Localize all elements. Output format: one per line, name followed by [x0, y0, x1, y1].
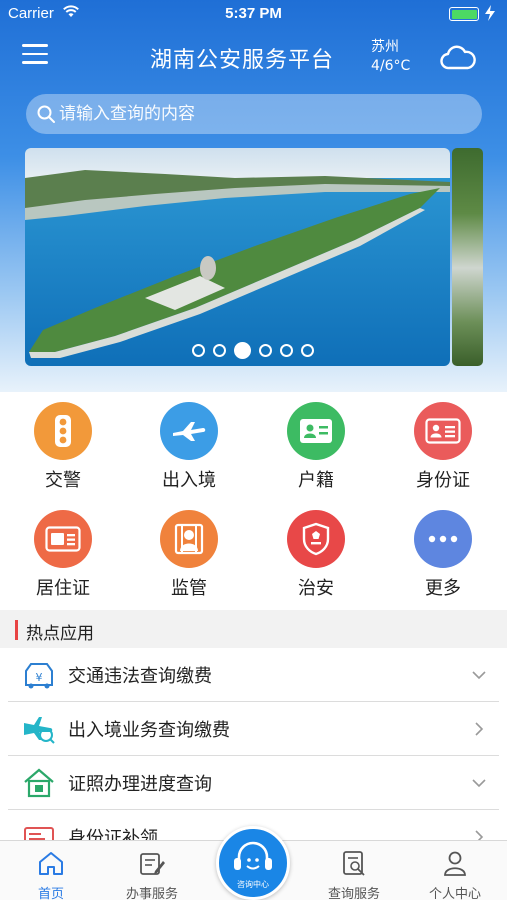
- nav-bar: 湖南公安服务平台 苏州 4/6°C: [0, 28, 507, 88]
- hot-apps-header: 热点应用: [0, 612, 507, 648]
- plane-search-icon: [24, 717, 55, 744]
- weather-widget: 苏州 4/6°C: [371, 38, 410, 76]
- person-icon: [444, 851, 466, 876]
- service-label: 户籍: [298, 470, 334, 491]
- battery-icon: [449, 7, 479, 21]
- service-exit-entry[interactable]: 出入境: [139, 402, 239, 502]
- banner-image: [25, 148, 450, 366]
- carousel-dot[interactable]: [301, 343, 314, 357]
- list-item-label: 证照办理进度查询: [68, 774, 212, 795]
- section-marker: [15, 620, 18, 640]
- carousel-dot[interactable]: [192, 343, 205, 357]
- service-label: 更多: [425, 578, 461, 599]
- list-item-label: 交通违法查询缴费: [68, 666, 212, 687]
- search-bar: [26, 94, 482, 134]
- service-traffic-police[interactable]: 交警: [13, 402, 113, 502]
- chevron-right-icon: [475, 830, 484, 840]
- header-area: Carrier 5:37 PM 湖南公安服务平台 苏州 4/6°C: [0, 0, 507, 392]
- service-label: 监管: [171, 578, 207, 599]
- headset-icon: [234, 841, 272, 870]
- tab-label: 查询服务: [327, 887, 380, 900]
- id-card-icon: [24, 827, 54, 840]
- hot-apps-list: ¥ 交通违法查询缴费 出入境业务查询缴费 证照办理进度查询 身份证补领: [0, 648, 507, 840]
- query-icon: [343, 851, 365, 876]
- service-id-card[interactable]: 身份证: [393, 402, 493, 502]
- carousel-dot[interactable]: [259, 343, 272, 357]
- service-label: 治安: [298, 578, 334, 599]
- service-household[interactable]: 户籍: [266, 402, 366, 502]
- next-banner-peek[interactable]: [452, 148, 483, 366]
- service-public-security[interactable]: 治安: [266, 510, 366, 610]
- tab-profile[interactable]: 个人中心: [410, 841, 500, 900]
- tab-home[interactable]: 首页: [6, 841, 96, 900]
- carousel-dots: [192, 341, 314, 359]
- service-label: 出入境: [162, 470, 216, 491]
- list-item-license-progress[interactable]: 证照办理进度查询: [0, 756, 507, 810]
- chevron-down-icon: [472, 779, 486, 788]
- consult-center-label: 咨询中心: [237, 880, 269, 889]
- tab-services[interactable]: 办事服务: [107, 841, 197, 900]
- tab-label: 首页: [37, 887, 64, 900]
- service-label: 居住证: [36, 578, 90, 599]
- airplane-icon: [160, 402, 218, 460]
- residence-permit-icon: [34, 510, 92, 568]
- cloud-icon[interactable]: [440, 44, 476, 72]
- police-badge-icon: [287, 510, 345, 568]
- tab-query[interactable]: 查询服务: [309, 841, 399, 900]
- carousel-dot-active[interactable]: [234, 341, 251, 359]
- search-icon: [37, 105, 55, 123]
- tab-label: 办事服务: [125, 887, 178, 900]
- service-more[interactable]: 更多: [393, 510, 493, 610]
- status-bar: Carrier 5:37 PM: [0, 0, 507, 28]
- id-card-icon: [287, 402, 345, 460]
- service-label: 身份证: [416, 470, 470, 491]
- carousel-dot[interactable]: [280, 343, 293, 357]
- service-icon: [140, 853, 165, 875]
- home-icon: [39, 852, 63, 875]
- clock: 5:37 PM: [225, 5, 282, 22]
- menu-button[interactable]: [22, 44, 48, 66]
- carousel-banner[interactable]: [25, 148, 450, 366]
- service-label: 交警: [45, 470, 81, 491]
- traffic-fine-icon: ¥: [25, 663, 53, 689]
- list-item-traffic-fine[interactable]: ¥ 交通违法查询缴费: [0, 648, 507, 702]
- identity-card-icon: [414, 402, 472, 460]
- consult-center-button[interactable]: 咨询中心: [216, 826, 290, 900]
- list-item-label: 身份证补领: [68, 828, 158, 840]
- more-icon: [414, 510, 472, 568]
- weather-temperature: 4/6°C: [371, 58, 411, 74]
- svg-text:¥: ¥: [36, 671, 43, 684]
- carousel-dot[interactable]: [213, 343, 226, 357]
- list-item-label: 出入境业务查询缴费: [68, 720, 230, 741]
- hot-apps-title: 热点应用: [26, 624, 94, 644]
- weather-city: 苏州: [371, 39, 399, 55]
- service-supervision[interactable]: 监管: [139, 510, 239, 610]
- chevron-down-icon: [472, 671, 486, 680]
- search-input[interactable]: [59, 94, 469, 134]
- charging-icon: [485, 5, 495, 21]
- detainee-icon: [160, 510, 218, 568]
- page-title: 湖南公安服务平台: [150, 48, 335, 73]
- traffic-light-icon: [34, 402, 92, 460]
- tab-label: 个人中心: [428, 887, 481, 900]
- list-item-exit-entry-fee[interactable]: 出入境业务查询缴费: [0, 702, 507, 756]
- chevron-right-icon: [475, 722, 484, 736]
- house-icon: [24, 768, 54, 798]
- service-residence-permit[interactable]: 居住证: [13, 510, 113, 610]
- service-grid: 交警 出入境 户籍 身份证 居住证 监管 治安 更多: [0, 392, 507, 610]
